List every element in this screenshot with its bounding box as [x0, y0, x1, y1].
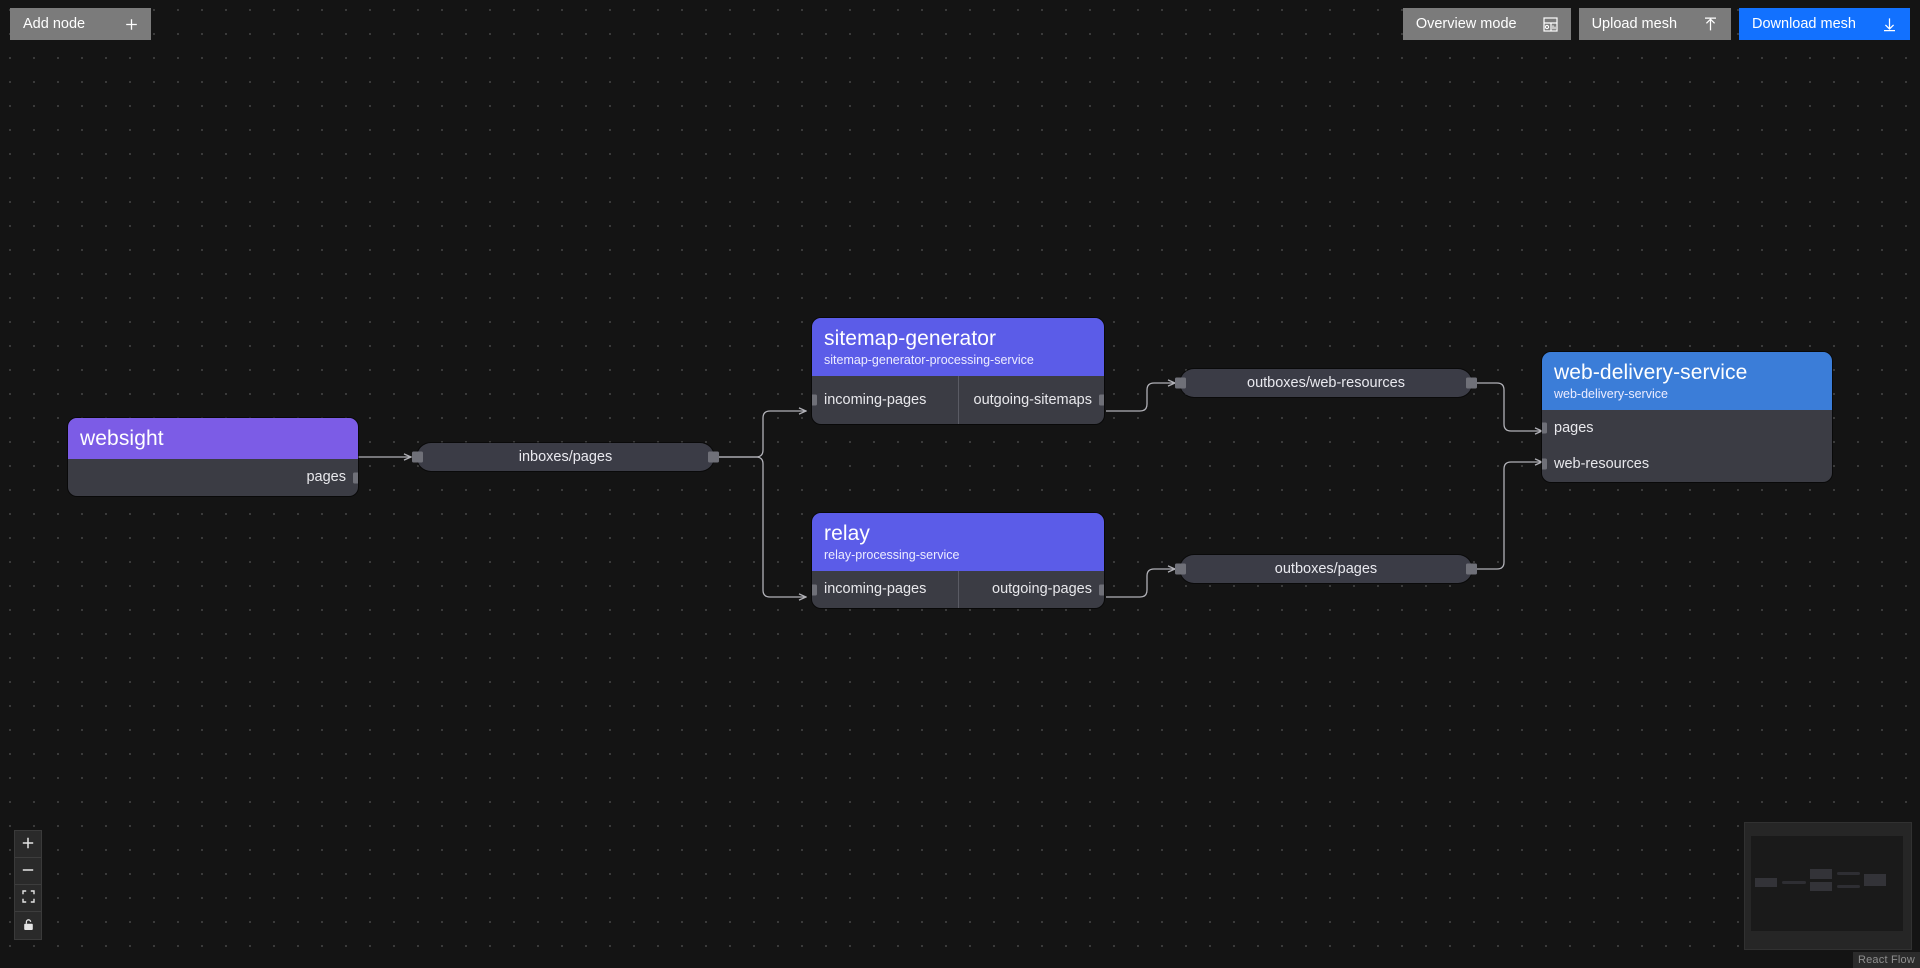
minimap-node	[1755, 878, 1777, 887]
handle-target[interactable]	[1175, 563, 1186, 575]
upload-mesh-label: Upload mesh	[1591, 16, 1678, 32]
minus-icon	[22, 864, 34, 879]
download-mesh-button[interactable]: Download mesh	[1739, 8, 1910, 40]
topic-outboxes-web-resources[interactable]: outboxes/web-resources	[1175, 369, 1477, 397]
minimap-node	[1810, 869, 1832, 879]
overview-mode-label: Overview mode	[1415, 16, 1517, 32]
node-ports: incoming-pages outgoing-sitemaps	[812, 376, 1104, 424]
handle-source[interactable]	[1099, 394, 1104, 406]
topic-outboxes-pages[interactable]: outboxes/pages	[1175, 555, 1477, 583]
handle-source[interactable]	[1099, 584, 1104, 595]
port-label: pages	[1554, 419, 1594, 436]
node-title: web-delivery-service	[1554, 361, 1748, 384]
node-title: sitemap-generator	[824, 327, 997, 350]
node-title: websight	[80, 427, 164, 450]
node-websight[interactable]: websight pages	[68, 418, 358, 496]
zoom-out-button[interactable]	[15, 858, 41, 885]
minimap-topic	[1837, 885, 1860, 888]
topic-label: inboxes/pages	[518, 449, 613, 465]
node-relay[interactable]: relay relay-processing-service incoming-…	[812, 513, 1104, 608]
minimap[interactable]	[1744, 822, 1912, 950]
minimap-viewport[interactable]	[1751, 836, 1903, 931]
port-out-pages[interactable]: pages	[68, 459, 358, 496]
toolbar-right: Overview mode Upload mesh Download mesh	[1402, 8, 1910, 40]
handle-source[interactable]	[1466, 563, 1477, 575]
port-label: web-resources	[1554, 455, 1650, 472]
react-flow-attribution[interactable]: React Flow	[1852, 952, 1920, 968]
handle-target[interactable]	[412, 451, 423, 463]
node-subtitle: relay-processing-service	[824, 548, 960, 562]
node-header: sitemap-generator sitemap-generator-proc…	[812, 318, 1104, 376]
port-label: incoming-pages	[824, 581, 927, 597]
node-header: relay relay-processing-service	[812, 513, 1104, 571]
port-out-outgoing-sitemaps[interactable]: outgoing-sitemaps	[957, 376, 1104, 424]
node-sitemap-generator[interactable]: sitemap-generator sitemap-generator-proc…	[812, 318, 1104, 424]
zoom-in-button[interactable]	[15, 831, 41, 858]
add-node-button[interactable]: Add node	[10, 8, 152, 40]
upload-mesh-button[interactable]: Upload mesh	[1578, 8, 1732, 40]
fit-view-icon	[21, 890, 35, 906]
port-in-pages[interactable]: pages	[1542, 410, 1832, 446]
minimap-node	[1864, 874, 1886, 886]
node-web-delivery-service[interactable]: web-delivery-service web-delivery-servic…	[1542, 352, 1832, 482]
minimap-topic	[1782, 881, 1806, 884]
upload-icon	[1703, 16, 1718, 32]
handle-target[interactable]	[812, 584, 817, 595]
handle-target[interactable]	[812, 394, 817, 406]
port-label: outgoing-pages	[992, 581, 1092, 597]
overview-mode-button[interactable]: Overview mode	[1402, 8, 1571, 40]
node-title: relay	[824, 522, 871, 545]
node-ports: incoming-pages outgoing-pages	[812, 571, 1104, 608]
node-ports: pages web-resources	[1542, 410, 1832, 482]
handle-source[interactable]	[353, 472, 358, 483]
add-node-label: Add node	[23, 16, 86, 32]
lock-icon	[22, 918, 35, 934]
handle-target[interactable]	[1542, 422, 1547, 434]
node-subtitle: web-delivery-service	[1554, 387, 1668, 401]
flow-canvas[interactable]: Add node Overview mode Upload mesh Downl…	[0, 0, 1920, 968]
node-ports: pages	[68, 459, 358, 496]
port-label: pages	[306, 469, 346, 485]
download-mesh-label: Download mesh	[1752, 16, 1856, 32]
port-out-outgoing-pages[interactable]: outgoing-pages	[957, 571, 1104, 608]
layout-grid-icon	[1542, 16, 1558, 32]
lock-button[interactable]	[15, 912, 41, 939]
minimap-node	[1810, 882, 1832, 891]
handle-target[interactable]	[1542, 458, 1547, 470]
port-in-incoming-pages[interactable]: incoming-pages	[812, 376, 958, 424]
port-in-web-resources[interactable]: web-resources	[1542, 446, 1832, 482]
handle-target[interactable]	[1175, 377, 1186, 389]
plus-icon	[22, 837, 34, 852]
port-in-incoming-pages[interactable]: incoming-pages	[812, 571, 958, 608]
node-subtitle: sitemap-generator-processing-service	[824, 353, 1034, 367]
flow-controls	[14, 830, 42, 940]
handle-source[interactable]	[1466, 377, 1477, 389]
topic-label: outboxes/pages	[1274, 561, 1378, 577]
toolbar-left: Add node	[10, 8, 152, 40]
port-label: incoming-pages	[824, 391, 927, 408]
minimap-topic	[1837, 872, 1860, 875]
topic-label: outboxes/web-resources	[1247, 375, 1405, 391]
download-icon	[1882, 17, 1897, 32]
plus-icon	[125, 18, 138, 31]
node-header: websight	[68, 418, 358, 459]
port-label: outgoing-sitemaps	[973, 391, 1093, 408]
fit-view-button[interactable]	[15, 885, 41, 912]
node-header: web-delivery-service web-delivery-servic…	[1542, 352, 1832, 410]
topic-inboxes-pages[interactable]: inboxes/pages	[412, 443, 719, 471]
handle-source[interactable]	[708, 451, 719, 463]
